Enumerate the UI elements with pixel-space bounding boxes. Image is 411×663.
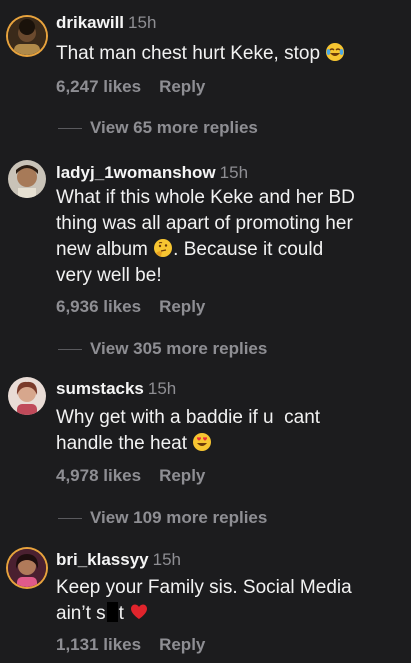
view-more-replies[interactable]: View 109 more replies [58, 507, 267, 529]
reply-button[interactable]: Reply [159, 466, 205, 485]
avatar[interactable] [8, 160, 46, 198]
comment-text: That man chest hurt Keke, stop [56, 41, 406, 67]
username[interactable]: sumstacks [56, 379, 144, 398]
username[interactable]: bri_klassyy [56, 550, 149, 569]
timestamp: 15h [152, 550, 182, 569]
username[interactable]: drikawill [56, 13, 124, 32]
censor-block [106, 602, 118, 622]
avatar[interactable] [8, 17, 46, 55]
comment-text: Why get with a baddie if u cant handle t… [56, 407, 321, 454]
timestamp: 15h [147, 379, 177, 398]
heart-eyes-face-icon [192, 432, 212, 452]
face-with-tears-of-joy-icon [325, 42, 345, 62]
reply-button[interactable]: Reply [159, 635, 205, 654]
divider [58, 349, 82, 351]
username[interactable]: ladyj_1womanshow [56, 163, 216, 182]
comment-text: What if this whole Keke and her BD thing… [56, 187, 355, 286]
comment-text: Keep your Family sis. Social Media ain’t… [56, 577, 352, 624]
view-more-replies[interactable]: View 305 more replies [58, 338, 267, 360]
reply-button[interactable]: Reply [159, 297, 205, 316]
thinking-face-icon [153, 238, 173, 258]
likes-count[interactable]: 6,247 likes [56, 77, 141, 96]
reply-button[interactable]: Reply [159, 77, 205, 96]
likes-count[interactable]: 6,936 likes [56, 297, 141, 316]
avatar[interactable] [8, 377, 46, 415]
timestamp: 15h [219, 163, 249, 182]
divider [58, 518, 82, 520]
view-more-replies[interactable]: View 65 more replies [58, 117, 258, 139]
red-heart-icon [129, 602, 149, 622]
timestamp: 15h [128, 13, 157, 32]
divider [58, 128, 82, 130]
likes-count[interactable]: 4,978 likes [56, 466, 141, 485]
avatar[interactable] [8, 549, 46, 587]
likes-count[interactable]: 1,131 likes [56, 635, 141, 654]
